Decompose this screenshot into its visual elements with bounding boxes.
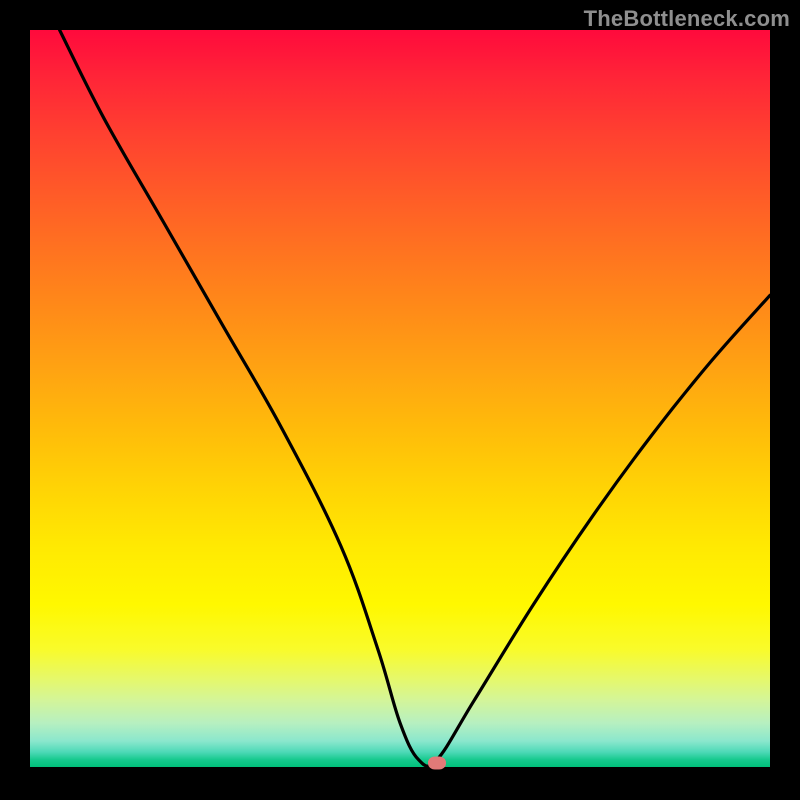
- optimum-marker: [428, 757, 446, 770]
- plot-area: [30, 30, 770, 767]
- bottleneck-curve: [30, 30, 770, 767]
- watermark-text: TheBottleneck.com: [584, 6, 790, 32]
- chart-frame: TheBottleneck.com: [0, 0, 800, 800]
